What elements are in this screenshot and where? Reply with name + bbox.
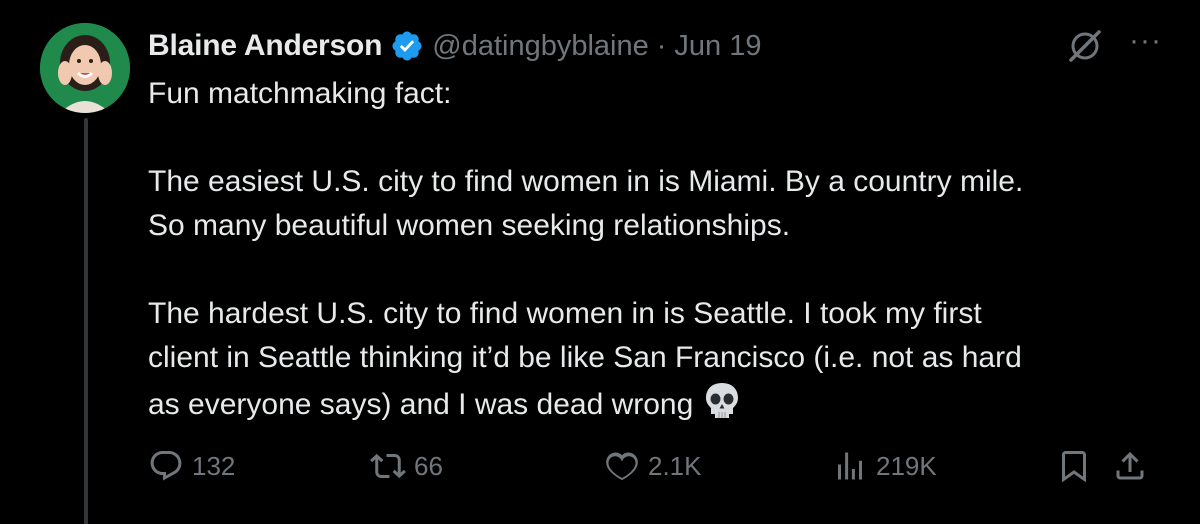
tweet-text: Fun matchmaking fact: The easiest U.S. c… bbox=[148, 72, 1178, 427]
bookmark-button[interactable] bbox=[1056, 448, 1092, 484]
skull-emoji-icon bbox=[702, 380, 742, 420]
tweet-line: The hardest U.S. city to find women in i… bbox=[148, 297, 982, 330]
tweet-action-bar: 132 66 2.1K 219K bbox=[148, 448, 1168, 496]
tweet-line: Fun matchmaking fact: bbox=[148, 77, 452, 110]
share-icon bbox=[1116, 451, 1144, 480]
reply-icon bbox=[150, 451, 182, 481]
thread-line bbox=[84, 118, 88, 524]
more-icon[interactable]: ··· bbox=[1129, 26, 1162, 56]
author-handle[interactable]: @datingbyblaine bbox=[432, 30, 648, 63]
grok-icon[interactable] bbox=[1065, 26, 1105, 66]
views-icon bbox=[838, 452, 862, 480]
share-button[interactable] bbox=[1112, 448, 1148, 484]
bookmark-icon bbox=[1062, 451, 1086, 483]
views-button[interactable]: 219K bbox=[832, 448, 937, 484]
like-button[interactable]: 2.1K bbox=[604, 448, 702, 484]
tweet[interactable]: Blaine Anderson @datingbyblaine · Jun 19… bbox=[0, 0, 1200, 524]
tweet-line: So many beautiful women seeking relation… bbox=[148, 209, 791, 242]
like-count: 2.1K bbox=[648, 450, 702, 481]
verified-badge-icon[interactable] bbox=[390, 29, 424, 63]
heart-icon bbox=[606, 452, 638, 481]
tweet-line: client in Seattle thinking it’d be like … bbox=[148, 341, 1022, 374]
tweet-top-actions: ··· bbox=[1065, 26, 1162, 66]
repost-count: 66 bbox=[414, 450, 443, 481]
tweet-line-last: as everyone says) and I was dead wrong bbox=[148, 380, 1178, 427]
reply-count: 132 bbox=[192, 450, 236, 481]
avatar[interactable] bbox=[40, 23, 130, 113]
repost-button[interactable]: 66 bbox=[370, 448, 443, 484]
author-name[interactable]: Blaine Anderson bbox=[148, 29, 382, 63]
separator-dot: · bbox=[656, 29, 667, 62]
views-count: 219K bbox=[876, 450, 937, 481]
tweet-line-text: as everyone says) and I was dead wrong bbox=[148, 388, 694, 421]
tweet-header: Blaine Anderson @datingbyblaine · Jun 19 bbox=[148, 26, 762, 66]
reply-button[interactable]: 132 bbox=[148, 448, 235, 484]
tweet-line: The easiest U.S. city to find women in i… bbox=[148, 165, 1024, 198]
tweet-date[interactable]: Jun 19 bbox=[674, 30, 761, 63]
repost-icon bbox=[370, 453, 406, 479]
